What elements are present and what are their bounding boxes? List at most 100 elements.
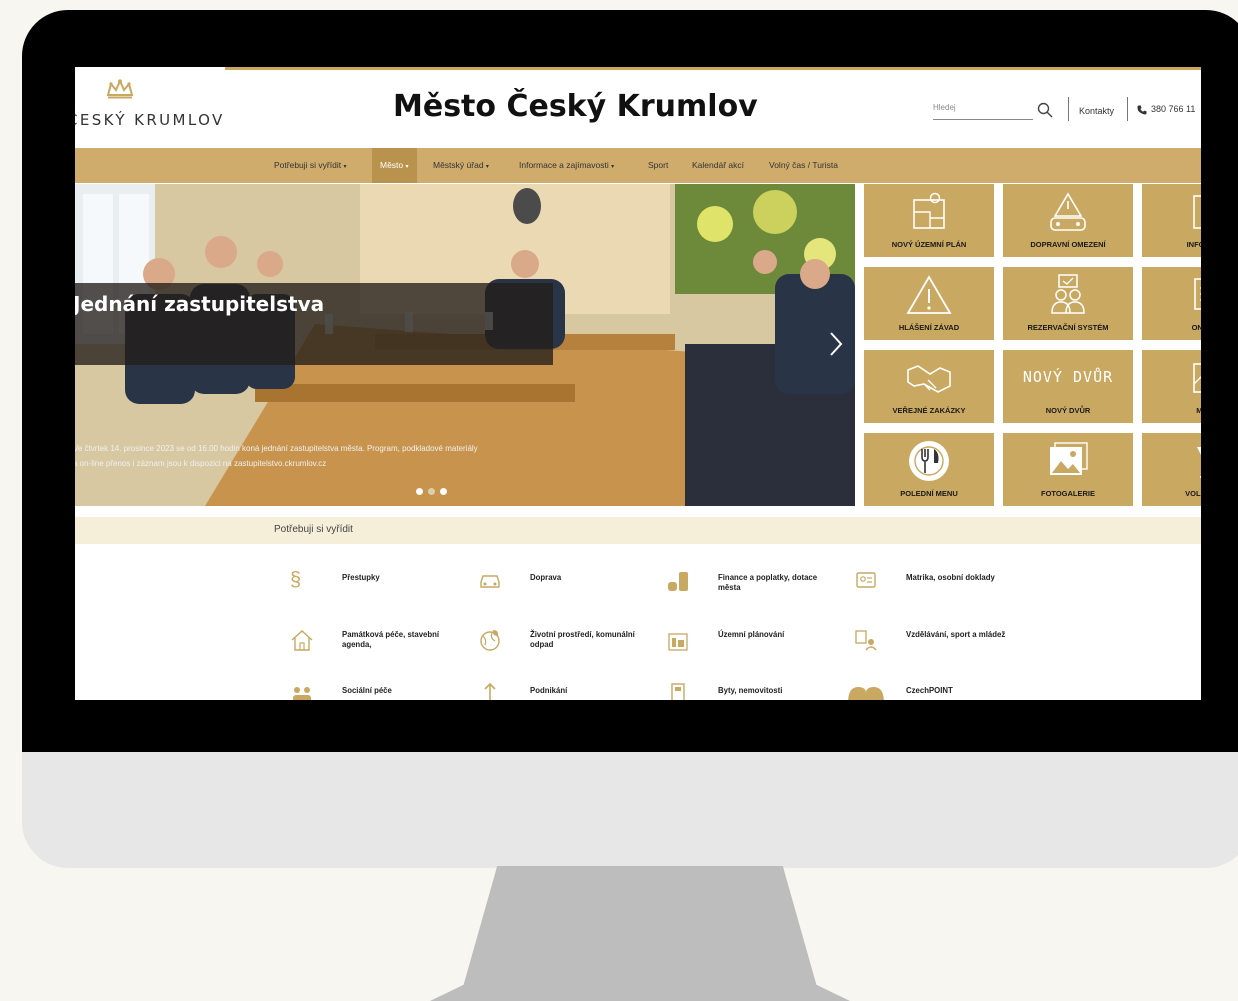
phone-icon xyxy=(1137,105,1147,115)
header-divider xyxy=(1127,97,1128,121)
cutlery-icon xyxy=(909,441,949,481)
chevron-right-icon[interactable] xyxy=(829,331,843,357)
tile-hlaseni-zavad[interactable]: HLÁŠENÍ ZÁVAD xyxy=(864,267,994,340)
services-heading: Potřebuji si vyřídit xyxy=(274,524,353,535)
phone-number: 380 766 11 xyxy=(1151,104,1196,114)
service-label: Matrika, osobní doklady xyxy=(906,573,995,582)
service-label: Sociální péče xyxy=(342,686,392,695)
handshake-icon xyxy=(907,365,951,393)
tile-fotogalerie[interactable]: FOTOGALERIE xyxy=(1003,433,1133,506)
novy-dvur-logo: NOVÝ DVŮR xyxy=(1022,368,1114,386)
tile-label: MAPA xyxy=(1196,406,1201,415)
tile-label: VEŘEJNÉ ZAKÁZKY xyxy=(892,406,966,415)
caret-down-icon: ▾ xyxy=(405,164,409,170)
document-icon xyxy=(1194,278,1201,310)
tile-novy-uzemni-plan[interactable]: NOVÝ ÚZEMNÍ PLÁN xyxy=(864,184,994,257)
browser-screen: ČESKÝ KRUMLOV Město Český Krumlov Hledej… xyxy=(75,67,1201,700)
monitor-chin xyxy=(22,752,1238,868)
map-icon xyxy=(1193,363,1201,393)
map-plan-icon xyxy=(913,192,945,229)
nav-item-kalendar[interactable]: Kalendář akcí xyxy=(692,148,744,183)
slider-dot[interactable] xyxy=(440,488,447,495)
service-label: Vzdělávání, sport a mládež xyxy=(906,630,1006,639)
nav-item-mestsky-urad[interactable]: Městský úřad ▾ xyxy=(433,148,489,183)
tile-label: NOVÝ DVŮR xyxy=(1045,406,1091,415)
coins-icon xyxy=(668,572,688,591)
warning-icon xyxy=(906,275,952,314)
service-label: Doprava xyxy=(530,573,562,582)
education-icon xyxy=(855,630,877,651)
car-icon xyxy=(480,575,500,588)
hero-text-line: Ve čtvrtek 14. prosince 2023 se od 16.00… xyxy=(75,444,478,453)
search-icon[interactable] xyxy=(1037,102,1053,118)
tile-label: HLÁŠENÍ ZÁVAD xyxy=(898,323,960,332)
service-label: Byty, nemovitosti xyxy=(718,686,783,695)
service-label: Finance a poplatky, dotace města xyxy=(718,573,818,592)
search-input[interactable]: Hledej xyxy=(933,101,1033,120)
service-label: Přestupky xyxy=(342,573,380,582)
monitor-stand xyxy=(430,866,850,1001)
info-icon xyxy=(1193,195,1201,229)
nav-item-sport[interactable]: Sport xyxy=(648,148,668,183)
people-care-icon xyxy=(293,687,311,700)
service-label: Územní plánování xyxy=(718,630,785,639)
city-plan-icon xyxy=(668,633,688,651)
tile-infopoint[interactable]: INFOPOINT xyxy=(1142,184,1201,257)
globe-leaf-icon xyxy=(480,630,500,651)
tile-label: REZERVAČNÍ SYSTÉM xyxy=(1027,323,1109,332)
logo-text[interactable]: ČESKÝ KRUMLOV xyxy=(75,111,225,129)
leisure-icon xyxy=(1197,447,1201,478)
nav-item-mesto[interactable]: Město ▾ xyxy=(372,148,417,183)
header-accent-line xyxy=(225,67,1201,70)
nav-item-volny-cas[interactable]: Volný čas / Turista xyxy=(769,148,838,183)
tile-dopravni-omezeni[interactable]: DOPRAVNÍ OMEZENÍ xyxy=(1003,184,1133,257)
nav-label: Město xyxy=(380,160,404,170)
id-card-icon xyxy=(856,572,876,588)
header-divider xyxy=(1068,97,1069,121)
phone-link[interactable]: 380 766 11 xyxy=(1137,104,1195,115)
tile-poledni-menu[interactable]: POLEDNÍ MENU xyxy=(864,433,994,506)
slider-dot[interactable] xyxy=(416,488,423,495)
hero-title[interactable]: Jednání zastupitelstva xyxy=(75,292,324,316)
nav-label: Potřebuji si vyřídit xyxy=(274,160,342,170)
building-icon xyxy=(671,683,685,700)
tile-label: NOVÝ ÚZEMNÍ PLÁN xyxy=(891,240,967,249)
tile-label: INFOPOINT xyxy=(1186,240,1201,249)
tile-volny-cas[interactable]: VOLNÝ ČAS xyxy=(1142,433,1201,506)
house-icon xyxy=(291,630,313,651)
main-nav: Potřebuji si vyřídit ▾ Město ▾ Městský ú… xyxy=(75,148,1201,183)
traffic-warning-icon xyxy=(1050,192,1086,231)
hero-text-line: a on-line přenos i záznam jsou k dispozi… xyxy=(75,459,327,468)
tile-label: ON-LINE xyxy=(1191,323,1201,332)
tile-mapa[interactable]: MAPA xyxy=(1142,350,1201,423)
nav-label: Městský úřad xyxy=(433,160,484,170)
tile-label: POLEDNÍ MENU xyxy=(900,489,958,498)
caret-down-icon: ▾ xyxy=(485,164,489,170)
services-header-band xyxy=(75,517,1201,544)
tile-rezervacni-system[interactable]: REZERVAČNÍ SYSTÉM xyxy=(1003,267,1133,340)
nav-item-potrebuji[interactable]: Potřebuji si vyřídit ▾ xyxy=(274,148,346,183)
service-label: Podnikání xyxy=(530,686,568,695)
business-icon xyxy=(484,682,496,700)
photo-icon xyxy=(1050,442,1088,475)
tile-label: FOTOGALERIE xyxy=(1040,489,1096,498)
caret-down-icon: ▾ xyxy=(611,164,615,170)
service-label: Životní prostředí, komunální odpad xyxy=(530,630,635,649)
paragraph-icon: § xyxy=(290,569,302,591)
service-label: CzechPOINT xyxy=(906,686,953,695)
tile-novy-dvur[interactable]: NOVÝ DVŮR NOVÝ DVŮR xyxy=(1003,350,1133,423)
tile-label: DOPRAVNÍ OMEZENÍ xyxy=(1030,240,1106,249)
slider-dot[interactable] xyxy=(428,488,435,495)
nav-item-informace[interactable]: Informace a zajímavosti ▾ xyxy=(519,148,614,183)
reservation-icon xyxy=(1051,274,1085,314)
site-title: Město Český Krumlov xyxy=(393,89,758,124)
nav-label: Informace a zajímavosti xyxy=(519,160,609,170)
crown-icon xyxy=(106,79,134,99)
tile-on-line[interactable]: ON-LINE xyxy=(1142,267,1201,340)
contacts-link[interactable]: Kontakty xyxy=(1079,106,1114,116)
service-label: Památková péče, stavební agenda, xyxy=(342,630,440,649)
caret-down-icon: ▾ xyxy=(343,164,347,170)
tile-label: VOLNÝ ČAS xyxy=(1185,489,1201,498)
czechpoint-icon xyxy=(848,687,884,700)
tile-verejne-zakazky[interactable]: VEŘEJNÉ ZAKÁZKY xyxy=(864,350,994,423)
